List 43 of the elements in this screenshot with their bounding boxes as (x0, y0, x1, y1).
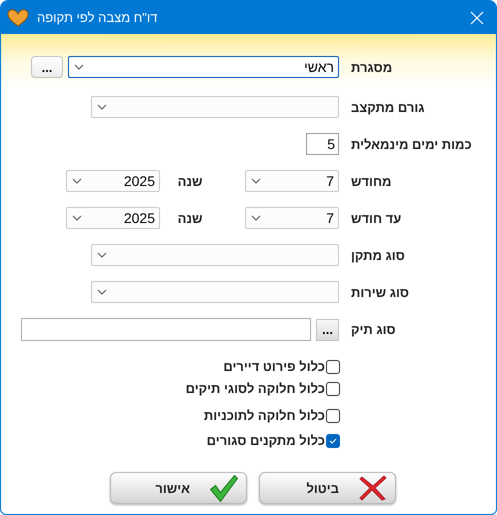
field-label: כמות ימים מינמאלית (351, 136, 473, 152)
chevron-icon (72, 215, 82, 221)
close-icon[interactable] (470, 10, 484, 24)
chevron-icon (251, 178, 261, 184)
combo-box[interactable]: ראשי (68, 56, 339, 78)
field-label: סוג תיק (351, 322, 397, 337)
month-combo[interactable]: 7 (245, 170, 339, 192)
chevron-icon (97, 289, 107, 295)
x-mark-icon (359, 475, 387, 501)
cancel-button[interactable]: ביטול (259, 472, 396, 504)
field-label: סוג שירות (351, 284, 410, 300)
checkmark-icon (329, 438, 337, 444)
chevron-icon (74, 64, 84, 70)
heart-icon (7, 8, 29, 26)
field-label: מחודש (351, 174, 392, 188)
month-combo[interactable]: 7 (245, 207, 339, 229)
year-label: שנה (176, 174, 204, 188)
checkbox[interactable] (326, 360, 340, 374)
checkbox-label: כלול חלוקה לתוכניות (204, 408, 325, 423)
chevron-icon (72, 178, 82, 184)
checkmark-icon (210, 474, 238, 502)
chevron-icon (251, 215, 261, 221)
chevron-icon (97, 104, 107, 110)
field-label: מסגרת (351, 60, 394, 74)
checkbox[interactable] (326, 408, 340, 422)
checkbox[interactable] (326, 382, 340, 396)
text-field[interactable] (21, 318, 312, 341)
ok-button[interactable]: אישור (110, 472, 247, 504)
browse-button[interactable]: ... (31, 56, 63, 78)
browse-button[interactable]: ... (316, 318, 339, 340)
checkbox[interactable] (326, 434, 340, 448)
year-combo[interactable]: 2025 (66, 207, 160, 229)
field-label: עד חודש (351, 210, 402, 226)
checkbox-label: כלול פירוט דיירים (223, 359, 325, 374)
field-label: גורם מתקצב (351, 100, 426, 114)
field-label: סוג מתקן (351, 248, 406, 262)
number-field[interactable]: 5 (306, 133, 339, 155)
year-label: שנה (176, 210, 204, 226)
checkbox-label: כלול חלוקה לסוגי תיקים (186, 381, 325, 396)
year-combo[interactable]: 2025 (66, 170, 160, 192)
chevron-icon (97, 252, 107, 258)
checkbox-label: כלול מתקנים סגורים (206, 433, 325, 448)
window-title: דו"ח מצבה לפי תקופה (37, 10, 158, 25)
